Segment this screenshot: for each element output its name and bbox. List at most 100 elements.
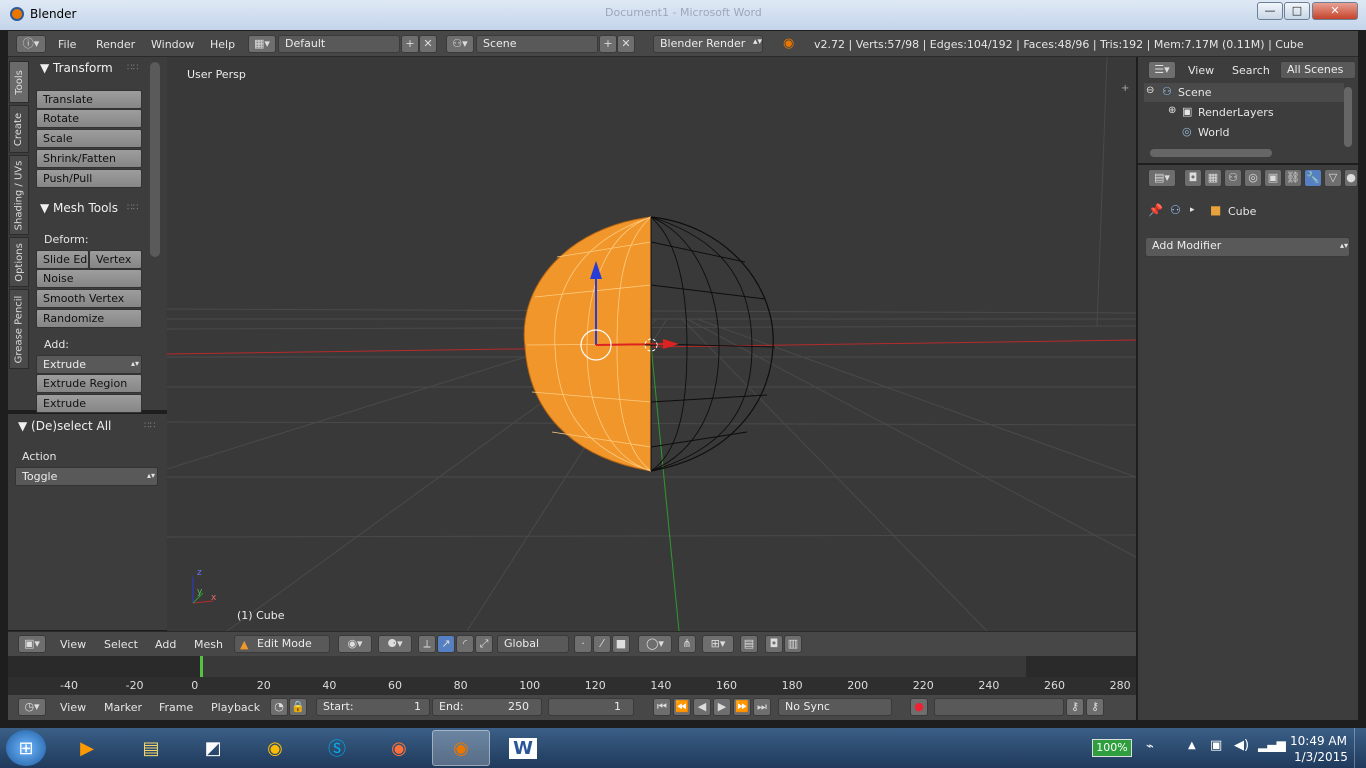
- object-tab-icon[interactable]: ▣: [1264, 169, 1282, 187]
- skype-icon[interactable]: Ⓢ: [308, 730, 366, 766]
- delete-keyframe-icon[interactable]: ⚷: [1086, 698, 1104, 716]
- volume-icon[interactable]: ◀): [1234, 738, 1249, 753]
- proportional-edit-icon[interactable]: ◯▾: [638, 635, 672, 653]
- power-plug-icon[interactable]: ⌁: [1146, 739, 1154, 754]
- tab-create[interactable]: Create: [9, 105, 29, 153]
- add-region-icon[interactable]: +: [1121, 83, 1129, 94]
- transform-orientation-select[interactable]: Global: [497, 635, 569, 653]
- outliner-horizontal-scrollbar[interactable]: [1150, 149, 1272, 157]
- outliner-row-scene[interactable]: ⊖ ⚇ Scene: [1144, 83, 1344, 102]
- pin-icon[interactable]: 📌: [1148, 203, 1163, 217]
- slide-edge-button[interactable]: Slide Ed: [36, 250, 89, 269]
- render-engine-select[interactable]: Blender Render: [653, 35, 763, 53]
- end-frame-field[interactable]: End: 250: [432, 698, 542, 716]
- translate-manipulator-icon[interactable]: ↗: [437, 635, 455, 653]
- randomize-button[interactable]: Randomize: [36, 309, 142, 328]
- menu-help[interactable]: Help: [210, 38, 235, 51]
- outliner-row-world[interactable]: ◎ World: [1144, 123, 1344, 142]
- jump-end-icon[interactable]: ⏭: [753, 698, 771, 716]
- tab-shading-uvs[interactable]: Shading / UVs: [9, 155, 29, 235]
- world-tab-icon[interactable]: ◎: [1244, 169, 1262, 187]
- timeline-ruler[interactable]: -40 -20 0 20 40 60 80 100 120 140 160 180 200 220 240 2…: [8, 677, 1136, 695]
- keying-set-field[interactable]: [934, 698, 1064, 716]
- start-frame-field[interactable]: Start: 1: [316, 698, 430, 716]
- menu-file[interactable]: File: [58, 38, 76, 51]
- menu-marker[interactable]: Marker: [104, 701, 142, 714]
- remove-layout-icon[interactable]: ✕: [419, 35, 437, 53]
- add-modifier-select[interactable]: Add Modifier: [1145, 237, 1350, 257]
- extrude-region-button[interactable]: Extrude Region: [36, 374, 142, 393]
- word-icon[interactable]: W: [494, 730, 552, 766]
- extrude-individual-button[interactable]: Extrude Individual: [36, 394, 142, 427]
- shrink-fatten-button[interactable]: Shrink/Fatten: [36, 149, 142, 168]
- signal-strength-icon[interactable]: ▂▄▆: [1258, 738, 1286, 752]
- current-frame-marker[interactable]: [200, 656, 203, 677]
- add-scene-icon[interactable]: +: [599, 35, 617, 53]
- smooth-vertex-button[interactable]: Smooth Vertex: [36, 289, 142, 308]
- scene-field[interactable]: Scene: [476, 35, 598, 53]
- remove-scene-icon[interactable]: ✕: [617, 35, 635, 53]
- scanner-app-icon[interactable]: ◩: [184, 730, 242, 766]
- edge-select-icon[interactable]: ⁄: [593, 635, 611, 653]
- record-icon[interactable]: ●: [910, 698, 928, 716]
- jump-keyframe-back-icon[interactable]: ⏪: [673, 698, 691, 716]
- sync-mode-select[interactable]: No Sync: [778, 698, 892, 716]
- file-explorer-icon[interactable]: ▤: [122, 730, 180, 766]
- battery-indicator[interactable]: 100%: [1092, 739, 1132, 757]
- menu-view[interactable]: View: [60, 638, 86, 651]
- deselect-all-title[interactable]: ▼ (De)select All: [18, 419, 111, 433]
- scene-tab-icon[interactable]: ⚇: [1224, 169, 1242, 187]
- menu-render[interactable]: Render: [96, 38, 135, 51]
- 3d-viewport[interactable]: User Persp (1) Cube z y x +: [167, 57, 1136, 631]
- play-reverse-icon[interactable]: ◀: [693, 698, 711, 716]
- manipulator-toggle-icon[interactable]: ⟂: [418, 635, 436, 653]
- outliner-vertical-scrollbar[interactable]: [1344, 87, 1352, 147]
- render-camera-icon[interactable]: ◘: [765, 635, 783, 653]
- clock-time[interactable]: 10:49 AM: [1290, 734, 1347, 748]
- layers-icon[interactable]: ▤: [740, 635, 758, 653]
- menu-frame[interactable]: Frame: [159, 701, 193, 714]
- editor-type-properties-icon[interactable]: ▤▾: [1148, 169, 1176, 187]
- drag-grip-icon[interactable]: ∷∷: [127, 63, 138, 73]
- tab-options[interactable]: Options: [9, 237, 29, 287]
- modifiers-tab-icon[interactable]: 🔧: [1304, 169, 1322, 187]
- editor-type-timeline-icon[interactable]: ◷▾: [18, 698, 46, 716]
- translate-button[interactable]: Translate: [36, 90, 142, 109]
- push-pull-button[interactable]: Push/Pull: [36, 169, 142, 188]
- menu-timeline-view[interactable]: View: [60, 701, 86, 714]
- editor-type-outliner-icon[interactable]: ☰▾: [1148, 61, 1176, 79]
- render-animation-icon[interactable]: ▥: [784, 635, 802, 653]
- show-hidden-icons-icon[interactable]: ▲: [1188, 740, 1196, 751]
- data-tab-icon[interactable]: ▽: [1324, 169, 1342, 187]
- noise-button[interactable]: Noise: [36, 269, 142, 288]
- scale-manipulator-icon[interactable]: ⤢: [475, 635, 493, 653]
- x-manipulator-arrow[interactable]: [663, 339, 679, 349]
- constraints-tab-icon[interactable]: ⛓: [1284, 169, 1302, 187]
- menu-add[interactable]: Add: [155, 638, 176, 651]
- screen-layout-field[interactable]: Default: [278, 35, 400, 53]
- drag-grip-icon[interactable]: ∷∷: [144, 421, 155, 431]
- menu-mesh[interactable]: Mesh: [194, 638, 223, 651]
- shading-mode-icon[interactable]: ◉▾: [338, 635, 372, 653]
- chrome-icon[interactable]: ◉: [246, 730, 304, 766]
- layers-tab-icon[interactable]: ▦: [1204, 169, 1222, 187]
- tab-tools[interactable]: Tools: [9, 61, 29, 103]
- scene-icon[interactable]: ⚇▾: [446, 35, 474, 53]
- screen-layout-icon[interactable]: ▦▾: [248, 35, 276, 53]
- outliner-row-renderlayers[interactable]: ⊕ ▣ RenderLayers: [1144, 103, 1344, 122]
- snap-element-icon[interactable]: ⊞▾: [702, 635, 734, 653]
- transform-panel-title[interactable]: ▼ Transform: [40, 61, 113, 75]
- lock-range-icon[interactable]: 🔒: [289, 698, 307, 716]
- play-icon[interactable]: ▶: [713, 698, 731, 716]
- clock-date[interactable]: 1/3/2015: [1294, 750, 1348, 764]
- start-button[interactable]: ⊞: [6, 730, 46, 766]
- scale-button[interactable]: Scale: [36, 129, 142, 148]
- action-select[interactable]: Toggle: [15, 467, 158, 486]
- material-tab-icon[interactable]: ●: [1344, 169, 1358, 187]
- preview-range-icon[interactable]: ◔: [270, 698, 288, 716]
- maximize-button[interactable]: □: [1284, 2, 1310, 20]
- network-device-icon[interactable]: ▣: [1210, 738, 1222, 753]
- timeline-area[interactable]: [8, 656, 1136, 677]
- current-frame-field[interactable]: 1: [548, 698, 634, 716]
- rotate-manipulator-icon[interactable]: ◜: [456, 635, 474, 653]
